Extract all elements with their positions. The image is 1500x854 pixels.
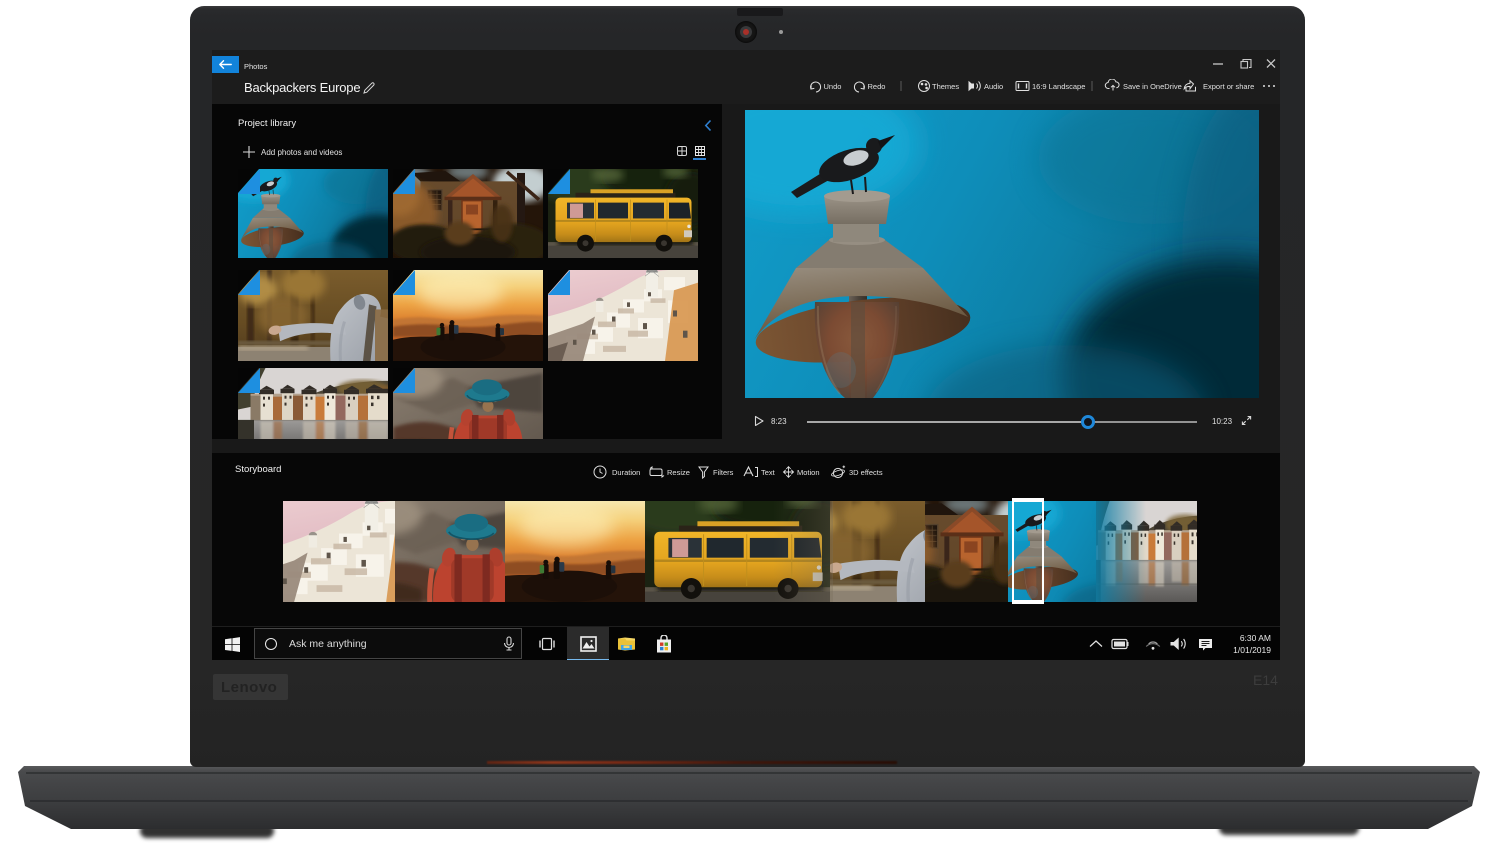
svg-text:Duration: Duration bbox=[612, 468, 640, 477]
svg-text:Undo: Undo bbox=[824, 82, 842, 91]
svg-text:1/01/2019: 1/01/2019 bbox=[1233, 645, 1271, 655]
svg-text:Resize: Resize bbox=[667, 468, 690, 477]
svg-text:Export or share: Export or share bbox=[1203, 82, 1254, 91]
svg-text:6:30 AM: 6:30 AM bbox=[1240, 633, 1271, 643]
svg-text:16:9 Landscape: 16:9 Landscape bbox=[1032, 82, 1085, 91]
svg-text:Text: Text bbox=[761, 468, 776, 477]
svg-text:3D effects: 3D effects bbox=[849, 468, 883, 477]
svg-text:Filters: Filters bbox=[713, 468, 734, 477]
svg-text:Themes: Themes bbox=[932, 82, 959, 91]
svg-text:Redo: Redo bbox=[868, 82, 886, 91]
svg-text:Save in OneDrive: Save in OneDrive bbox=[1123, 82, 1182, 91]
svg-text:Motion: Motion bbox=[797, 468, 820, 477]
svg-text:Audio: Audio bbox=[984, 82, 1003, 91]
